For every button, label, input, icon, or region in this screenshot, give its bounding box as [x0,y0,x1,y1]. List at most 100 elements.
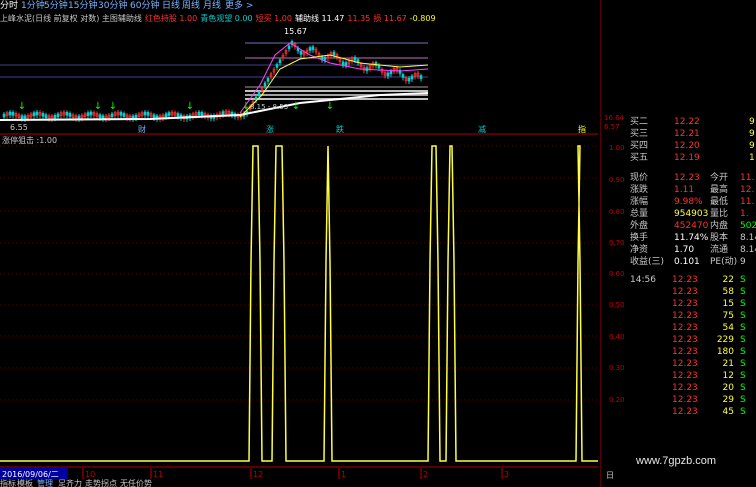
quote-label: 流通 [710,245,729,255]
quote-label: 内盘 [710,221,729,231]
candle-body [323,56,327,61]
date-mark-3: 1 [341,470,346,479]
tick-flag: S [740,371,746,381]
tab-6[interactable]: 日线 [162,0,180,12]
tab-5[interactable]: 60分钟 [130,0,159,12]
indicator-value-0: 上峰水泥(日线 前复权 对数) 主图辅助线 [0,14,142,23]
tick-price: 12.23 [672,359,698,369]
candle-body [353,56,357,61]
tick-price: 12.23 [672,395,698,405]
candle-body [53,114,57,119]
date-mark-4: 2 [423,470,428,479]
tab-2[interactable]: 5分钟 [44,0,68,12]
candle-body [167,112,171,116]
quote-label: 量比 [710,209,729,219]
tab-3[interactable]: 15分钟 [68,0,97,12]
tick-volume: 29 [722,395,734,405]
candle-body [254,96,258,101]
quote-label: 净资 [630,245,649,255]
sub-chart-label: 涨停狙击 :1.00 [2,135,57,145]
axis-label-sub: 0.60 [609,270,625,278]
quote-value: 1. [740,209,749,219]
date-mark-1: 11 [153,470,163,479]
order-volume: 9 [749,129,755,139]
candle-body [35,111,39,116]
candle-body [146,112,150,116]
candle-body [41,113,45,117]
bottom-tab-1[interactable]: 模板 [17,479,33,487]
buy-arrow-icon: ↓ [18,101,26,112]
tick-flag: S [740,299,746,309]
quote-value: 1.70 [674,245,695,255]
tab-0[interactable]: 分时 [0,0,18,12]
candle-body [410,75,414,80]
tick-row: 12.23 29 S [628,394,756,406]
quote-value: 1.11 [674,185,695,195]
order-price: 12.20 [674,141,700,151]
bottom-tab-5[interactable]: 无任价势 [120,479,152,487]
tick-flag: S [740,383,746,393]
candle-body [98,114,102,119]
tick-price: 12.23 [672,323,698,333]
candle-body [8,111,12,116]
order-label: 买三 [630,129,649,139]
tab-8[interactable]: 月线 [203,0,221,12]
tab-1[interactable]: 1分钟 [21,0,45,12]
candle-body [89,111,93,116]
indicator-value-3: 短买 1.00 [255,14,292,23]
axis-label-top: 6.57 [604,123,620,131]
bottom-tab-2[interactable]: 管理 [37,479,53,487]
tick-volume: 229 [716,335,734,345]
candle-body [389,70,393,75]
candle-body [287,45,291,50]
candle-body [278,59,282,64]
tick-price: 12.23 [672,407,698,417]
candle-body [299,51,303,55]
date-axis-end-label: 日 [606,471,614,480]
signal-label-1: 涨 [266,124,274,134]
tick-volume: 21 [722,359,734,369]
tick-flag: S [740,287,746,297]
tick-row: 12.23 15 S [628,298,756,310]
candle-body [11,111,15,116]
bottom-tab-0[interactable]: 指标 [0,479,16,487]
indicator-value-1: 红色持股 1.00 [144,14,198,23]
quote-row: 换手 11.74%股本 8.14 [628,232,756,244]
order-volume: 1 [749,153,755,163]
buy-arrow-icon: ↓ [326,101,334,112]
signal-label-0: 财 [138,124,146,134]
tick-row: 12.23 229 S [628,334,756,346]
tab-7[interactable]: 周线 [182,0,200,12]
quote-value: 452470 [674,221,709,231]
tick-volume: 180 [716,347,734,357]
chart-area[interactable]: ↓ ↓ ↓ ↓ ↓ ↓ ↓ 15.67 6.55 8.15 - 8.53 财 涨 跌 减 指涨停狙击 :1.… [0,25,598,487]
tick-price: 12.23 [672,371,698,381]
candle-body [23,115,27,120]
tick-row: 12.23 45 S [628,406,756,418]
order-price: 12.19 [674,153,700,163]
bottom-tab-4[interactable]: 走势拐点 [85,479,117,487]
quote-row: 现价 12.23 今开 11. [628,172,756,184]
bottom-tab-3[interactable]: 足齐力 [58,479,82,487]
axis-label-sub: 0.20 [609,396,625,404]
order-label: 买二 [630,117,649,127]
tick-row: 12.23 12 S [628,370,756,382]
tick-volume: 54 [722,323,734,333]
indicator-value-4: 辅助线 11.47 [294,14,345,23]
order-label: 买五 [630,153,649,163]
quote-panel: 买二 12.22 9 买三 12.21 9 买四 12.20 9 买五 12.19 1 现价 12.23 今… [628,112,756,442]
tab-9[interactable]: 更多 > [225,0,253,12]
axis-label-sub: 0.50 [609,301,625,309]
tab-4[interactable]: 30分钟 [98,0,127,12]
candle-body [311,46,315,51]
order-volume: 9 [749,117,755,127]
axis-label-sub: 1.00 [609,144,625,152]
quote-value: 9 [740,257,746,267]
signal-label-3: 减 [478,124,486,134]
axis-label-top: 16.64 [604,114,625,122]
candle-body [308,47,312,51]
date-axis: 2016/09/06/二 10 11 12 1 2 3 [0,468,509,479]
axis-label-sub: 0.90 [609,176,625,184]
candle-body [257,92,261,96]
date-mark-2: 12 [253,470,263,479]
